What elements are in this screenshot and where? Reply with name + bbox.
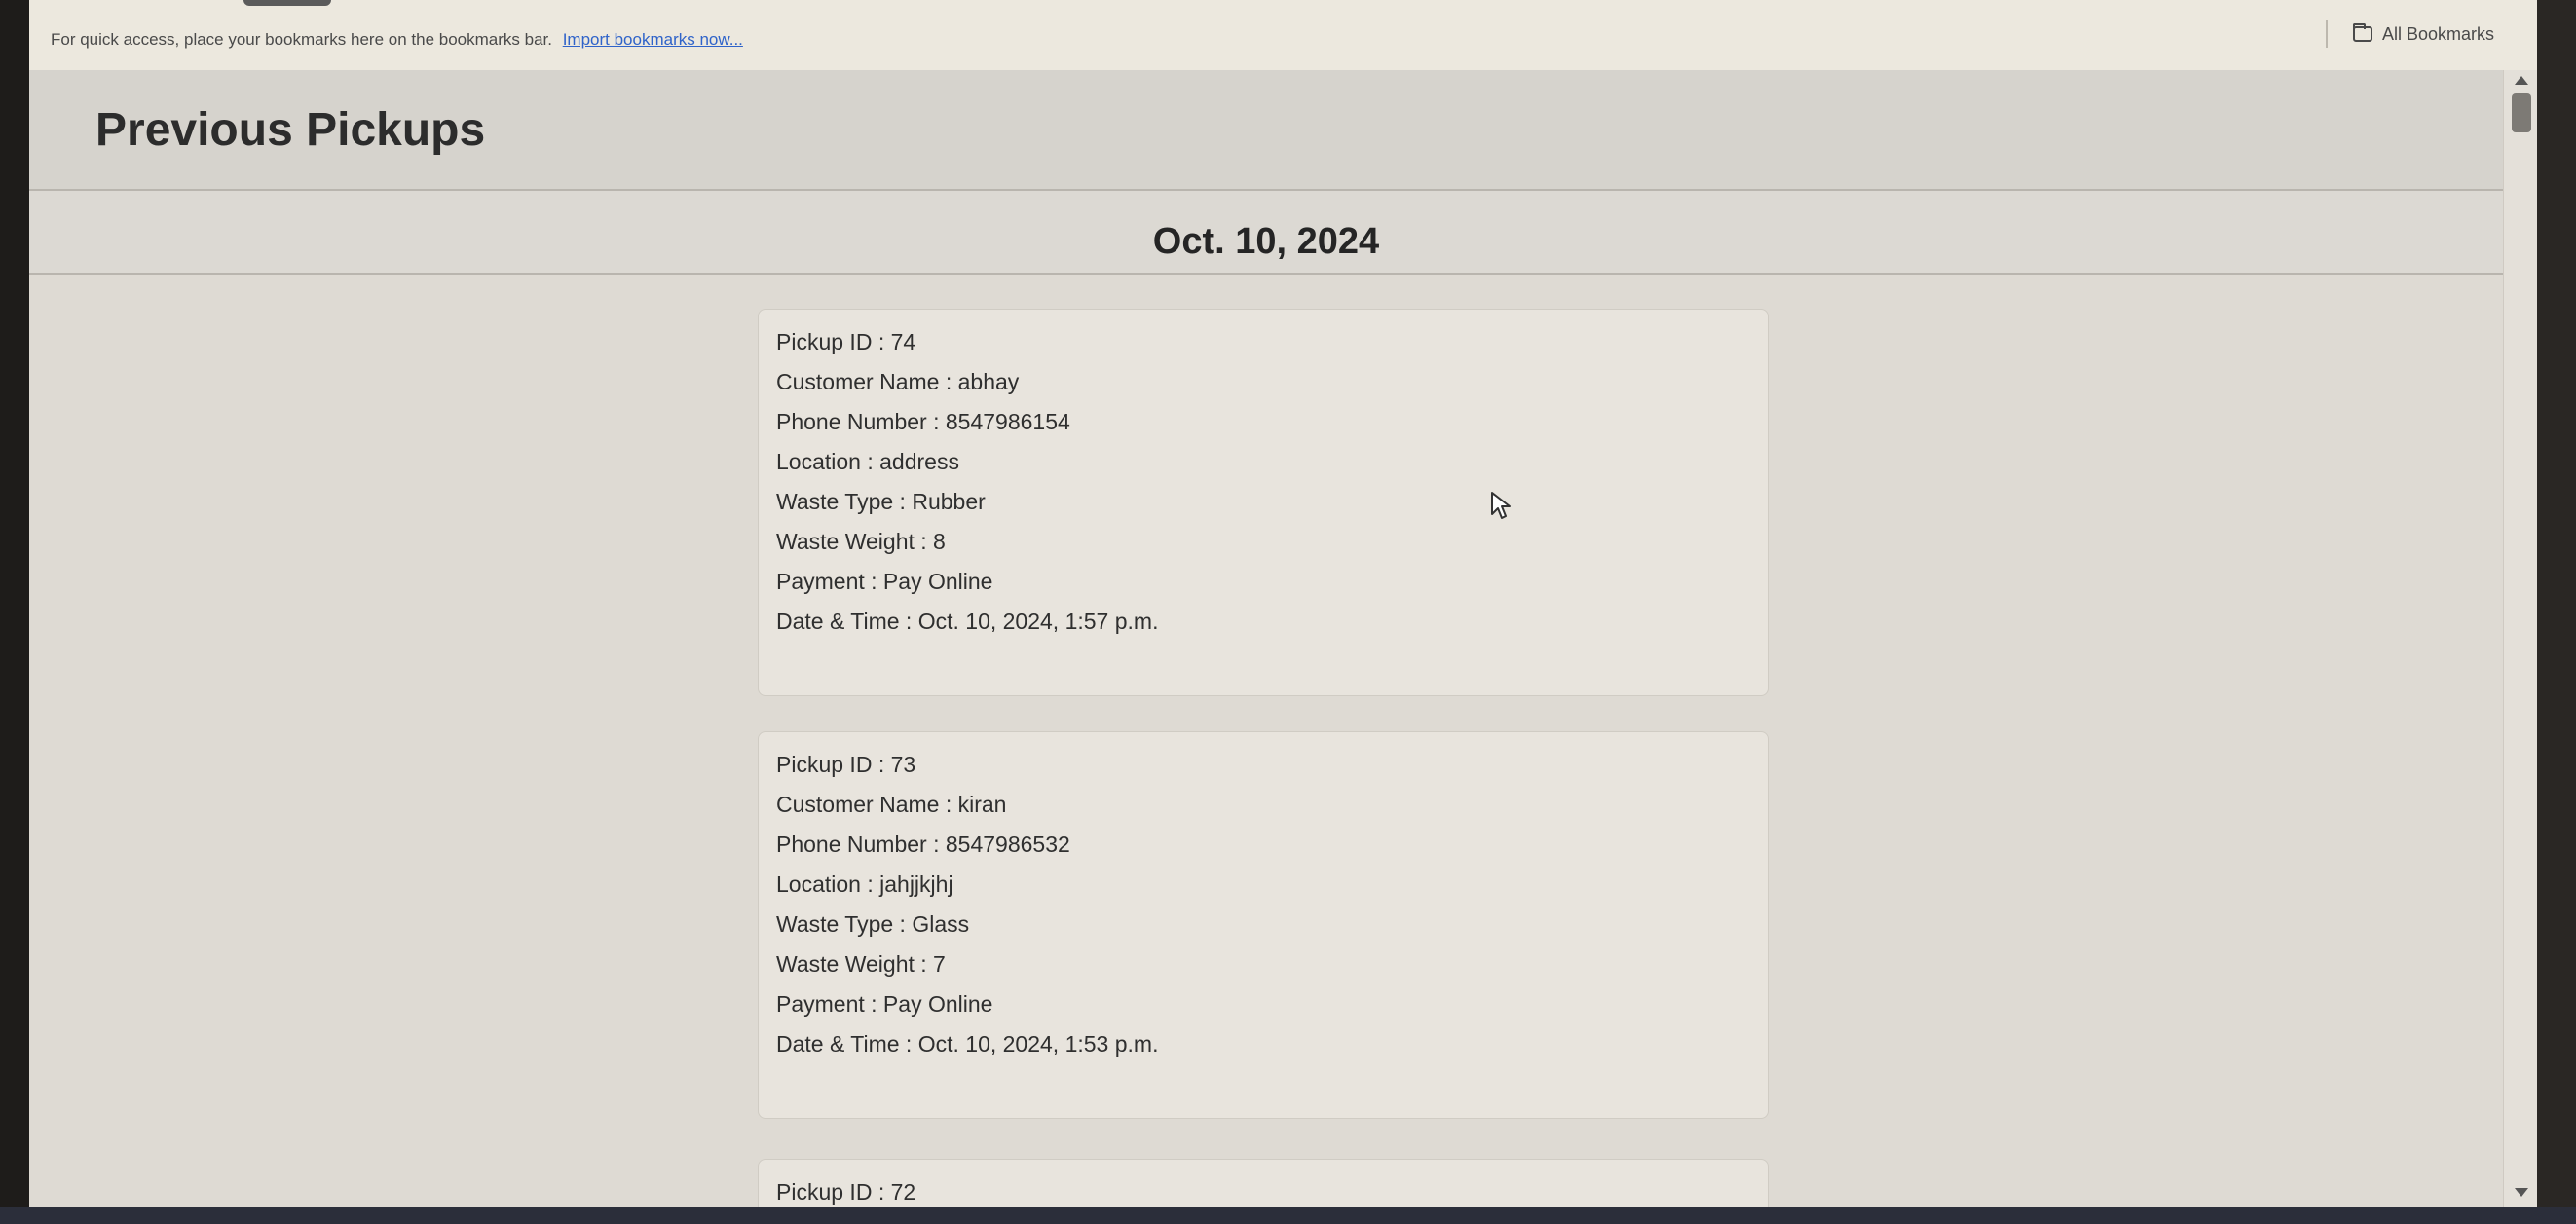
- customer-name: Customer Name : kiran: [776, 792, 1007, 817]
- import-bookmarks-link[interactable]: Import bookmarks now...: [563, 30, 743, 49]
- folder-icon: [2353, 23, 2372, 42]
- bookmarks-bar: For quick access, place your bookmarks h…: [29, 0, 2537, 71]
- date-heading: Oct. 10, 2024: [1152, 221, 1380, 262]
- location: Location : address: [776, 449, 959, 474]
- browser-viewport: For quick access, place your bookmarks h…: [29, 0, 2537, 1207]
- all-bookmarks-label: All Bookmarks: [2382, 23, 2495, 44]
- phone-number: Phone Number : 8547986532: [776, 832, 1070, 857]
- waste-weight: Waste Weight : 8: [776, 529, 946, 554]
- page-header: Previous Pickups: [29, 70, 2503, 191]
- scroll-down-arrow-icon[interactable]: [2515, 1188, 2528, 1197]
- date-time: Date & Time : Oct. 10, 2024, 1:57 p.m.: [776, 609, 1159, 634]
- phone-number: Phone Number : 8547986154: [776, 409, 1070, 434]
- pickup-id: Pickup ID : 74: [776, 329, 916, 354]
- vertical-scrollbar[interactable]: [2503, 70, 2537, 1207]
- mouse-cursor-icon: [1491, 492, 1511, 519]
- pickup-card: Pickup ID : 73 Customer Name : kiran Pho…: [758, 731, 1769, 1119]
- waste-weight: Waste Weight : 7: [776, 951, 946, 977]
- payment: Payment : Pay Online: [776, 991, 993, 1017]
- pickup-card: Pickup ID : 72: [758, 1159, 1769, 1207]
- taskbar-strip: [0, 1207, 2576, 1224]
- scroll-up-arrow-icon[interactable]: [2515, 76, 2528, 85]
- waste-type: Waste Type : Glass: [776, 911, 970, 937]
- pickup-card: Pickup ID : 74 Customer Name : abhay Pho…: [758, 309, 1769, 696]
- bookmarks-hint-text: For quick access, place your bookmarks h…: [51, 30, 552, 49]
- pickup-id: Pickup ID : 72: [776, 1179, 916, 1205]
- date-time: Date & Time : Oct. 10, 2024, 1:53 p.m.: [776, 1031, 1159, 1057]
- bookmarks-divider: [2326, 20, 2328, 48]
- customer-name: Customer Name : abhay: [776, 369, 1020, 394]
- scrollbar-thumb[interactable]: [2512, 93, 2531, 132]
- page-content: Previous Pickups Oct. 10, 2024 Pickup ID…: [29, 70, 2503, 1207]
- screen-bezel-left: [0, 0, 29, 1224]
- page-title: Previous Pickups: [95, 104, 486, 156]
- all-bookmarks-button[interactable]: All Bookmarks: [2353, 21, 2494, 47]
- payment: Payment : Pay Online: [776, 569, 993, 594]
- bookmarks-hint: For quick access, place your bookmarks h…: [51, 30, 743, 50]
- location: Location : jahjjkjhj: [776, 872, 953, 897]
- tab-indicator: [243, 0, 331, 6]
- waste-type: Waste Type : Rubber: [776, 489, 986, 514]
- pickup-id: Pickup ID : 73: [776, 752, 916, 777]
